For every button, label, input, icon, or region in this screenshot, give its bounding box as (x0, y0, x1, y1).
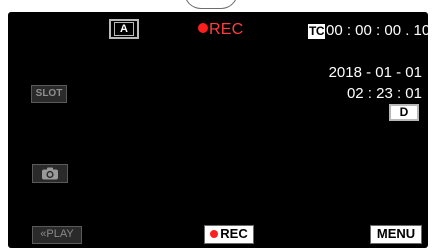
date-format-badge: D (389, 104, 419, 121)
play-mode-button[interactable]: «PLAY (32, 226, 82, 244)
tc-badge: TC (308, 23, 325, 39)
time-display: 02 : 23 : 01 (346, 85, 422, 102)
menu-button[interactable]: MENU (370, 225, 422, 244)
camera-lcd-screen (8, 12, 428, 248)
mode-a-label: A (114, 22, 134, 36)
slot-button[interactable]: SLOT (31, 85, 67, 103)
mode-dial-icon (184, 0, 238, 9)
play-label: PLAY (46, 228, 74, 240)
timecode-display: TC 00 : 00 : 00 . 10 (308, 20, 430, 42)
record-dot-icon (210, 230, 219, 238)
rec-button[interactable]: REC (204, 225, 254, 244)
date-display: 2018 - 01 - 01 (328, 64, 422, 81)
recording-mode-indicator[interactable]: A (109, 19, 139, 39)
rec-status-label: REC (209, 21, 244, 38)
rec-status-indicator: REC (198, 20, 243, 40)
record-dot-icon (198, 23, 208, 33)
rec-button-label: REC (220, 226, 248, 241)
timecode-value: 00 : 00 : 00 . 10 (326, 22, 431, 39)
snapshot-button[interactable] (32, 164, 68, 183)
camera-icon (42, 167, 58, 180)
